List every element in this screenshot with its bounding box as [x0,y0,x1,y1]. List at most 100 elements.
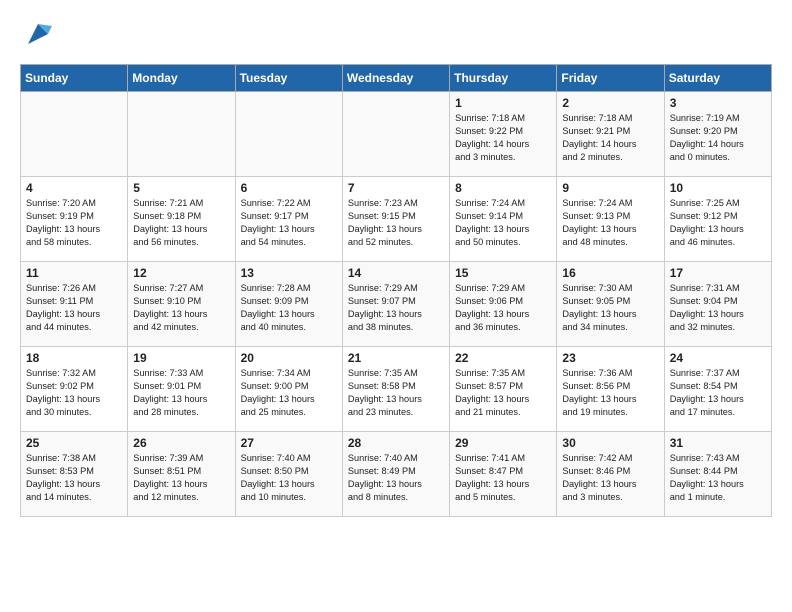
day-number: 27 [241,436,337,450]
day-info: Sunrise: 7:42 AM Sunset: 8:46 PM Dayligh… [562,452,658,504]
day-info: Sunrise: 7:36 AM Sunset: 8:56 PM Dayligh… [562,367,658,419]
calendar-week-row: 11 Sunrise: 7:26 AM Sunset: 9:11 PM Dayli… [21,262,772,347]
calendar-cell: 22 Sunrise: 7:35 AM Sunset: 8:57 PM Dayli… [450,347,557,432]
day-info: Sunrise: 7:22 AM Sunset: 9:17 PM Dayligh… [241,197,337,249]
calendar-cell: 3 Sunrise: 7:19 AM Sunset: 9:20 PM Daylig… [664,92,771,177]
calendar-cell: 20 Sunrise: 7:34 AM Sunset: 9:00 PM Dayli… [235,347,342,432]
day-info: Sunrise: 7:28 AM Sunset: 9:09 PM Dayligh… [241,282,337,334]
day-info: Sunrise: 7:41 AM Sunset: 8:47 PM Dayligh… [455,452,551,504]
calendar-week-row: 1Sunrise: 7:18 AM Sunset: 9:22 PM Daylig… [21,92,772,177]
day-number: 15 [455,266,551,280]
day-info: Sunrise: 7:40 AM Sunset: 8:50 PM Dayligh… [241,452,337,504]
day-info: Sunrise: 7:20 AM Sunset: 9:19 PM Dayligh… [26,197,122,249]
day-info: Sunrise: 7:29 AM Sunset: 9:07 PM Dayligh… [348,282,444,334]
day-number: 12 [133,266,229,280]
calendar-cell: 1Sunrise: 7:18 AM Sunset: 9:22 PM Daylig… [450,92,557,177]
day-number: 26 [133,436,229,450]
calendar-cell: 17 Sunrise: 7:31 AM Sunset: 9:04 PM Dayli… [664,262,771,347]
day-info: Sunrise: 7:35 AM Sunset: 8:57 PM Dayligh… [455,367,551,419]
day-number: 6 [241,181,337,195]
day-info: Sunrise: 7:39 AM Sunset: 8:51 PM Dayligh… [133,452,229,504]
col-header-friday: Friday [557,65,664,92]
day-number: 22 [455,351,551,365]
calendar-cell: 23 Sunrise: 7:36 AM Sunset: 8:56 PM Dayli… [557,347,664,432]
day-info: Sunrise: 7:27 AM Sunset: 9:10 PM Dayligh… [133,282,229,334]
day-info: Sunrise: 7:30 AM Sunset: 9:05 PM Dayligh… [562,282,658,334]
day-info: Sunrise: 7:21 AM Sunset: 9:18 PM Dayligh… [133,197,229,249]
calendar-cell: 5 Sunrise: 7:21 AM Sunset: 9:18 PM Daylig… [128,177,235,262]
calendar-cell: 10 Sunrise: 7:25 AM Sunset: 9:12 PM Dayli… [664,177,771,262]
calendar-cell: 13 Sunrise: 7:28 AM Sunset: 9:09 PM Dayli… [235,262,342,347]
day-number: 5 [133,181,229,195]
calendar-table: SundayMondayTuesdayWednesdayThursdayFrid… [20,64,772,517]
calendar-cell: 6 Sunrise: 7:22 AM Sunset: 9:17 PM Daylig… [235,177,342,262]
day-info: Sunrise: 7:24 AM Sunset: 9:13 PM Dayligh… [562,197,658,249]
day-number: 20 [241,351,337,365]
day-number: 14 [348,266,444,280]
day-info: Sunrise: 7:18 AM Sunset: 9:22 PM Dayligh… [455,112,551,164]
day-info: Sunrise: 7:18 AM Sunset: 9:21 PM Dayligh… [562,112,658,164]
logo-icon [24,20,52,48]
calendar-cell: 21 Sunrise: 7:35 AM Sunset: 8:58 PM Dayli… [342,347,449,432]
day-info: Sunrise: 7:31 AM Sunset: 9:04 PM Dayligh… [670,282,766,334]
calendar-cell: 28Sunrise: 7:40 AM Sunset: 8:49 PM Dayli… [342,432,449,517]
day-info: Sunrise: 7:34 AM Sunset: 9:00 PM Dayligh… [241,367,337,419]
calendar-cell [21,92,128,177]
day-info: Sunrise: 7:25 AM Sunset: 9:12 PM Dayligh… [670,197,766,249]
calendar-cell: 19Sunrise: 7:33 AM Sunset: 9:01 PM Dayli… [128,347,235,432]
day-number: 9 [562,181,658,195]
day-number: 13 [241,266,337,280]
calendar-cell [235,92,342,177]
day-info: Sunrise: 7:37 AM Sunset: 8:54 PM Dayligh… [670,367,766,419]
calendar-cell: 24 Sunrise: 7:37 AM Sunset: 8:54 PM Dayli… [664,347,771,432]
col-header-monday: Monday [128,65,235,92]
day-number: 30 [562,436,658,450]
calendar-cell: 16 Sunrise: 7:30 AM Sunset: 9:05 PM Dayli… [557,262,664,347]
day-number: 17 [670,266,766,280]
day-number: 25 [26,436,122,450]
logo [20,20,52,48]
calendar-cell: 29 Sunrise: 7:41 AM Sunset: 8:47 PM Dayli… [450,432,557,517]
calendar-cell: 30 Sunrise: 7:42 AM Sunset: 8:46 PM Dayli… [557,432,664,517]
calendar-cell: 25 Sunrise: 7:38 AM Sunset: 8:53 PM Dayli… [21,432,128,517]
calendar-cell [128,92,235,177]
col-header-tuesday: Tuesday [235,65,342,92]
calendar-cell: 8Sunrise: 7:24 AM Sunset: 9:14 PM Daylig… [450,177,557,262]
day-number: 16 [562,266,658,280]
day-number: 3 [670,96,766,110]
calendar-cell: 4Sunrise: 7:20 AM Sunset: 9:19 PM Daylig… [21,177,128,262]
calendar-cell: 18 Sunrise: 7:32 AM Sunset: 9:02 PM Dayli… [21,347,128,432]
calendar-cell: 27 Sunrise: 7:40 AM Sunset: 8:50 PM Dayli… [235,432,342,517]
day-number: 24 [670,351,766,365]
day-number: 7 [348,181,444,195]
day-number: 2 [562,96,658,110]
day-number: 21 [348,351,444,365]
calendar-cell: 31Sunrise: 7:43 AM Sunset: 8:44 PM Dayli… [664,432,771,517]
day-info: Sunrise: 7:26 AM Sunset: 9:11 PM Dayligh… [26,282,122,334]
day-info: Sunrise: 7:19 AM Sunset: 9:20 PM Dayligh… [670,112,766,164]
day-number: 29 [455,436,551,450]
calendar-cell: 15 Sunrise: 7:29 AM Sunset: 9:06 PM Dayli… [450,262,557,347]
calendar-cell: 9 Sunrise: 7:24 AM Sunset: 9:13 PM Daylig… [557,177,664,262]
day-info: Sunrise: 7:35 AM Sunset: 8:58 PM Dayligh… [348,367,444,419]
day-number: 18 [26,351,122,365]
day-info: Sunrise: 7:32 AM Sunset: 9:02 PM Dayligh… [26,367,122,419]
col-header-wednesday: Wednesday [342,65,449,92]
page-header [20,20,772,48]
day-number: 11 [26,266,122,280]
day-info: Sunrise: 7:40 AM Sunset: 8:49 PM Dayligh… [348,452,444,504]
day-info: Sunrise: 7:38 AM Sunset: 8:53 PM Dayligh… [26,452,122,504]
calendar-week-row: 4Sunrise: 7:20 AM Sunset: 9:19 PM Daylig… [21,177,772,262]
day-info: Sunrise: 7:29 AM Sunset: 9:06 PM Dayligh… [455,282,551,334]
day-info: Sunrise: 7:43 AM Sunset: 8:44 PM Dayligh… [670,452,766,504]
calendar-cell: 2 Sunrise: 7:18 AM Sunset: 9:21 PM Daylig… [557,92,664,177]
day-number: 10 [670,181,766,195]
calendar-cell: 12 Sunrise: 7:27 AM Sunset: 9:10 PM Dayli… [128,262,235,347]
calendar-cell: 7Sunrise: 7:23 AM Sunset: 9:15 PM Daylig… [342,177,449,262]
day-info: Sunrise: 7:24 AM Sunset: 9:14 PM Dayligh… [455,197,551,249]
calendar-cell: 26 Sunrise: 7:39 AM Sunset: 8:51 PM Dayli… [128,432,235,517]
col-header-saturday: Saturday [664,65,771,92]
day-number: 23 [562,351,658,365]
day-number: 19 [133,351,229,365]
col-header-thursday: Thursday [450,65,557,92]
